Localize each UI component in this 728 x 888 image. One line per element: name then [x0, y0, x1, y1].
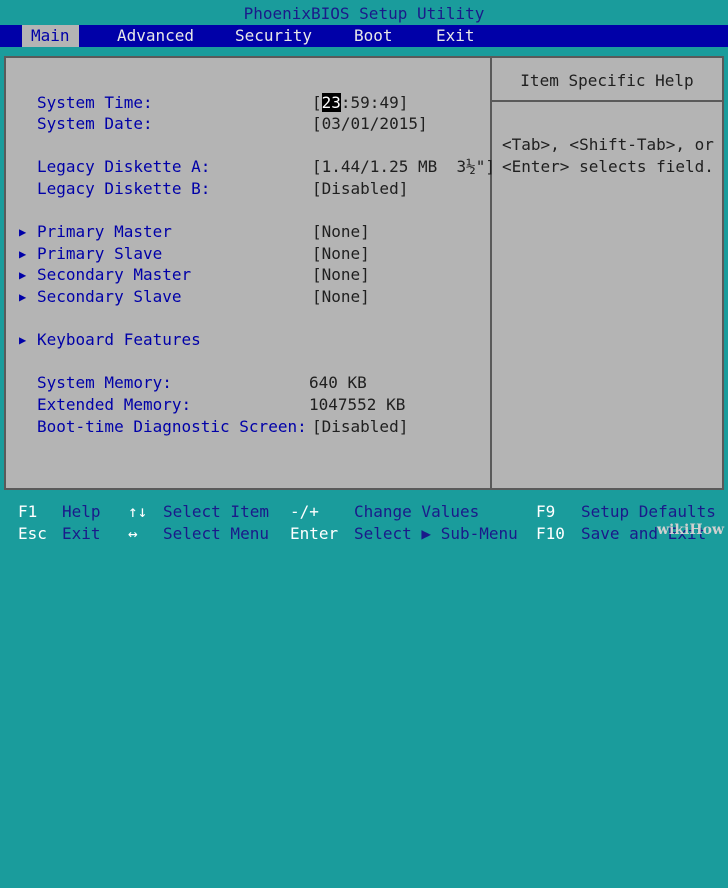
menu-main[interactable]: Main [22, 25, 79, 47]
keyboard-features-label[interactable]: Keyboard Features [37, 329, 201, 351]
menu-exit[interactable]: Exit [427, 25, 484, 47]
submenu-arrow-icon: ▶ [19, 290, 27, 304]
key-minus-plus-desc: Change Values [354, 502, 480, 521]
key-f1: F1 [18, 502, 38, 521]
boot-diagnostic-field[interactable]: [Disabled] [312, 416, 408, 438]
system-time-field[interactable]: [23:59:49] [312, 92, 408, 114]
primary-slave-label[interactable]: Primary Slave [37, 243, 162, 265]
key-f9-desc: Setup Defaults [581, 502, 716, 521]
help-title: Item Specific Help [520, 71, 694, 90]
submenu-arrow-icon: ▶ [19, 247, 27, 261]
leftright-arrows-icon: ↔ [128, 524, 138, 543]
extended-memory-value: 1047552 KB [309, 395, 406, 414]
menu-advanced[interactable]: Advanced [108, 25, 203, 47]
updown-arrows-icon: ↑↓ [128, 502, 148, 521]
key-minus-plus: -/+ [290, 502, 319, 521]
system-memory-label: System Memory: [37, 373, 172, 392]
menu-boot[interactable]: Boot [345, 25, 402, 47]
legacy-b-label: Legacy Diskette B: [37, 179, 211, 198]
window-title: PhoenixBIOS Setup Utility [0, 3, 728, 25]
extended-memory-label: Extended Memory: [37, 395, 192, 414]
submenu-arrow-icon: ▶ [19, 268, 27, 282]
system-date-field[interactable]: [03/01/2015] [312, 113, 428, 135]
secondary-master-label[interactable]: Secondary Master [37, 264, 191, 286]
primary-slave-value: [None] [312, 244, 370, 263]
submenu-arrow-icon: ▶ [19, 333, 27, 347]
panel-divider [490, 58, 492, 488]
key-f1-desc: Help [62, 502, 101, 521]
system-time-hour[interactable]: 23 [321, 93, 341, 112]
secondary-slave-label[interactable]: Secondary Slave [37, 286, 182, 308]
legacy-a-label: Legacy Diskette A: [37, 157, 211, 176]
help-divider [492, 100, 722, 102]
key-updown-desc: Select Item [163, 502, 269, 521]
help-line-1: <Tab>, <Shift-Tab>, or [502, 135, 714, 154]
key-enter: Enter [290, 524, 339, 543]
submenu-arrow-icon: ▶ [19, 225, 27, 239]
menu-security[interactable]: Security [226, 25, 321, 47]
key-enter-desc: Select ▶ Sub-Menu [354, 524, 518, 543]
key-f9: F9 [536, 502, 556, 521]
legacy-a-field[interactable]: [1.44/1.25 MB 3½"] [312, 156, 495, 178]
system-date-label: System Date: [37, 114, 153, 133]
secondary-slave-value: [None] [312, 287, 370, 306]
legacy-b-field[interactable]: [Disabled] [312, 178, 408, 200]
system-memory-value: 640 KB [309, 373, 367, 392]
menu-bar: Main Advanced Security Boot Exit [0, 25, 728, 47]
boot-diagnostic-label: Boot-time Diagnostic Screen: [37, 417, 307, 436]
primary-master-label[interactable]: Primary Master [37, 221, 172, 243]
key-legend: F1 Help ↑↓ Select Item -/+ Change Values… [0, 499, 728, 546]
watermark-logo: wikiHow [656, 522, 724, 539]
main-panel: Item Specific Help <Tab>, <Shift-Tab>, o… [4, 56, 724, 490]
key-esc: Esc [18, 524, 47, 543]
primary-master-value: [None] [312, 222, 370, 241]
key-f10: F10 [536, 524, 565, 543]
secondary-master-value: [None] [312, 265, 370, 284]
help-line-2: <Enter> selects field. [502, 157, 714, 176]
key-esc-desc: Exit [62, 524, 101, 543]
key-leftright-desc: Select Menu [163, 524, 269, 543]
system-time-label: System Time: [37, 93, 153, 112]
system-time-rest: :59:49] [340, 93, 409, 112]
